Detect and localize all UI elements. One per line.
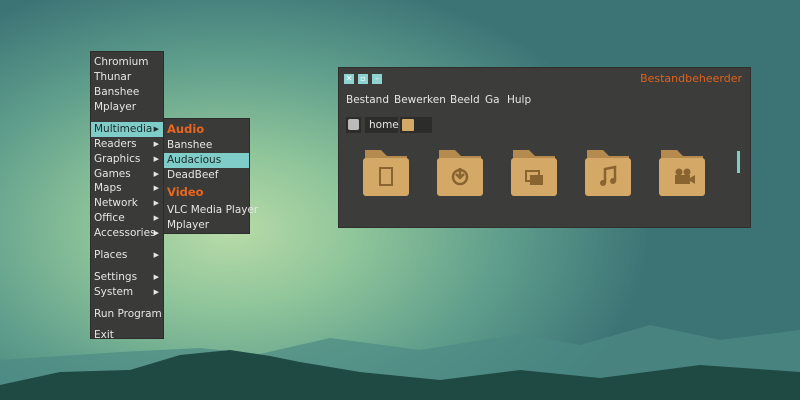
menu-item-label: Places <box>94 249 128 261</box>
toggle-path-button[interactable] <box>346 117 361 133</box>
menu-item-label: Graphics <box>94 153 141 165</box>
window-title: Bestandbeheerder <box>640 72 742 85</box>
menu-item-banshee[interactable]: Banshee <box>91 85 163 100</box>
submenu-item-banshee[interactable]: Banshee <box>164 138 249 153</box>
submenu-item-vlc[interactable]: VLC Media Player <box>164 203 258 218</box>
menu-item-mplayer[interactable]: Mplayer <box>91 100 163 115</box>
path-button-home[interactable]: home <box>365 117 399 133</box>
chevron-right-icon: ▶ <box>153 199 159 207</box>
menu-item-label: Thunar <box>94 71 132 83</box>
main-menu: Chromium Thunar Banshee Mplayer Multimedia ▶ R… <box>90 51 164 341</box>
menu-ga[interactable]: Ga <box>485 94 500 106</box>
menu-item-multimedia[interactable]: Multimedia ▶ <box>91 122 163 137</box>
menu-item-accessories[interactable]: Accessories ▶ <box>91 226 163 241</box>
chevron-right-icon: ▶ <box>153 214 159 222</box>
home-folder-icon <box>402 119 414 131</box>
submenu-item-audacious[interactable]: Audacious <box>164 153 249 168</box>
chevron-right-icon: ▶ <box>153 140 159 148</box>
menu-item-readers[interactable]: Readers ▶ <box>91 137 163 152</box>
menu-item-label: Multimedia <box>94 123 153 135</box>
menu-item-run-program[interactable]: Run Program <box>91 307 163 322</box>
menu-item-label: Banshee <box>94 86 140 98</box>
menu-item-maps[interactable]: Maps ▶ <box>91 181 163 196</box>
menu-item-label: Readers <box>94 138 137 150</box>
menu-item-label: Chromium <box>94 56 149 68</box>
submenu-item-deadbeef[interactable]: DeadBeef <box>164 168 249 183</box>
music-folder-icon[interactable] <box>585 150 631 196</box>
menu-item-label: Maps <box>94 182 122 194</box>
downloads-folder-icon[interactable] <box>437 150 483 196</box>
menu-bestand[interactable]: Bestand <box>346 94 389 106</box>
menu-item-thunar[interactable]: Thunar <box>91 70 163 85</box>
menu-item-label: Accessories <box>94 227 156 239</box>
minimize-button[interactable]: – <box>372 74 382 84</box>
menu-beeld[interactable]: Beeld <box>450 94 480 106</box>
chevron-right-icon: ▶ <box>153 155 159 163</box>
menu-item-label: Office <box>94 212 125 224</box>
menu-item-settings[interactable]: Settings ▶ <box>91 270 163 285</box>
chevron-right-icon: ▶ <box>153 251 159 259</box>
maximize-button[interactable]: ▫ <box>358 74 368 84</box>
chevron-right-icon: ▶ <box>153 184 159 192</box>
drive-icon <box>348 119 359 130</box>
menu-item-places[interactable]: Places ▶ <box>91 248 163 263</box>
menu-item-office[interactable]: Office ▶ <box>91 211 163 226</box>
pictures-folder-icon[interactable] <box>511 150 557 196</box>
menu-item-chromium[interactable]: Chromium <box>91 55 163 70</box>
menu-item-graphics[interactable]: Graphics ▶ <box>91 152 163 167</box>
chevron-right-icon: ▶ <box>153 170 159 178</box>
menu-item-games[interactable]: Games ▶ <box>91 167 163 182</box>
submenu-item-mplayer[interactable]: Mplayer <box>164 218 249 233</box>
menu-item-label: Network <box>94 197 138 209</box>
chevron-right-icon: ▶ <box>153 125 159 133</box>
menu-hulp[interactable]: Hulp <box>507 94 531 106</box>
documents-folder-icon[interactable] <box>363 150 409 196</box>
chevron-right-icon: ▶ <box>153 273 159 281</box>
menu-item-label: Settings <box>94 271 138 283</box>
menu-item-label: Exit <box>94 329 114 341</box>
video-header: Video <box>167 185 204 199</box>
menu-item-network[interactable]: Network ▶ <box>91 196 163 211</box>
menu-bewerken[interactable]: Bewerken <box>394 94 446 106</box>
videos-folder-icon[interactable] <box>659 150 705 196</box>
menu-item-exit[interactable]: Exit <box>91 328 163 343</box>
menu-item-label: Mplayer <box>94 101 137 113</box>
scrollbar[interactable] <box>737 151 740 173</box>
close-button[interactable]: ✕ <box>344 74 354 84</box>
file-manager-window: ✕ ▫ – Bestandbeheerder Bestand Bewerken … <box>338 67 751 228</box>
menu-item-system[interactable]: System ▶ <box>91 285 163 300</box>
chevron-right-icon: ▶ <box>153 288 159 296</box>
menu-item-label: Run Program <box>94 308 162 320</box>
multimedia-submenu: Audio Banshee Audacious DeadBeef Video V… <box>163 118 258 234</box>
audio-header: Audio <box>167 122 205 136</box>
path-bar-folder[interactable] <box>400 117 432 133</box>
menu-item-label: Games <box>94 168 131 180</box>
menu-item-label: System <box>94 286 134 298</box>
chevron-right-icon: ▶ <box>153 229 159 237</box>
